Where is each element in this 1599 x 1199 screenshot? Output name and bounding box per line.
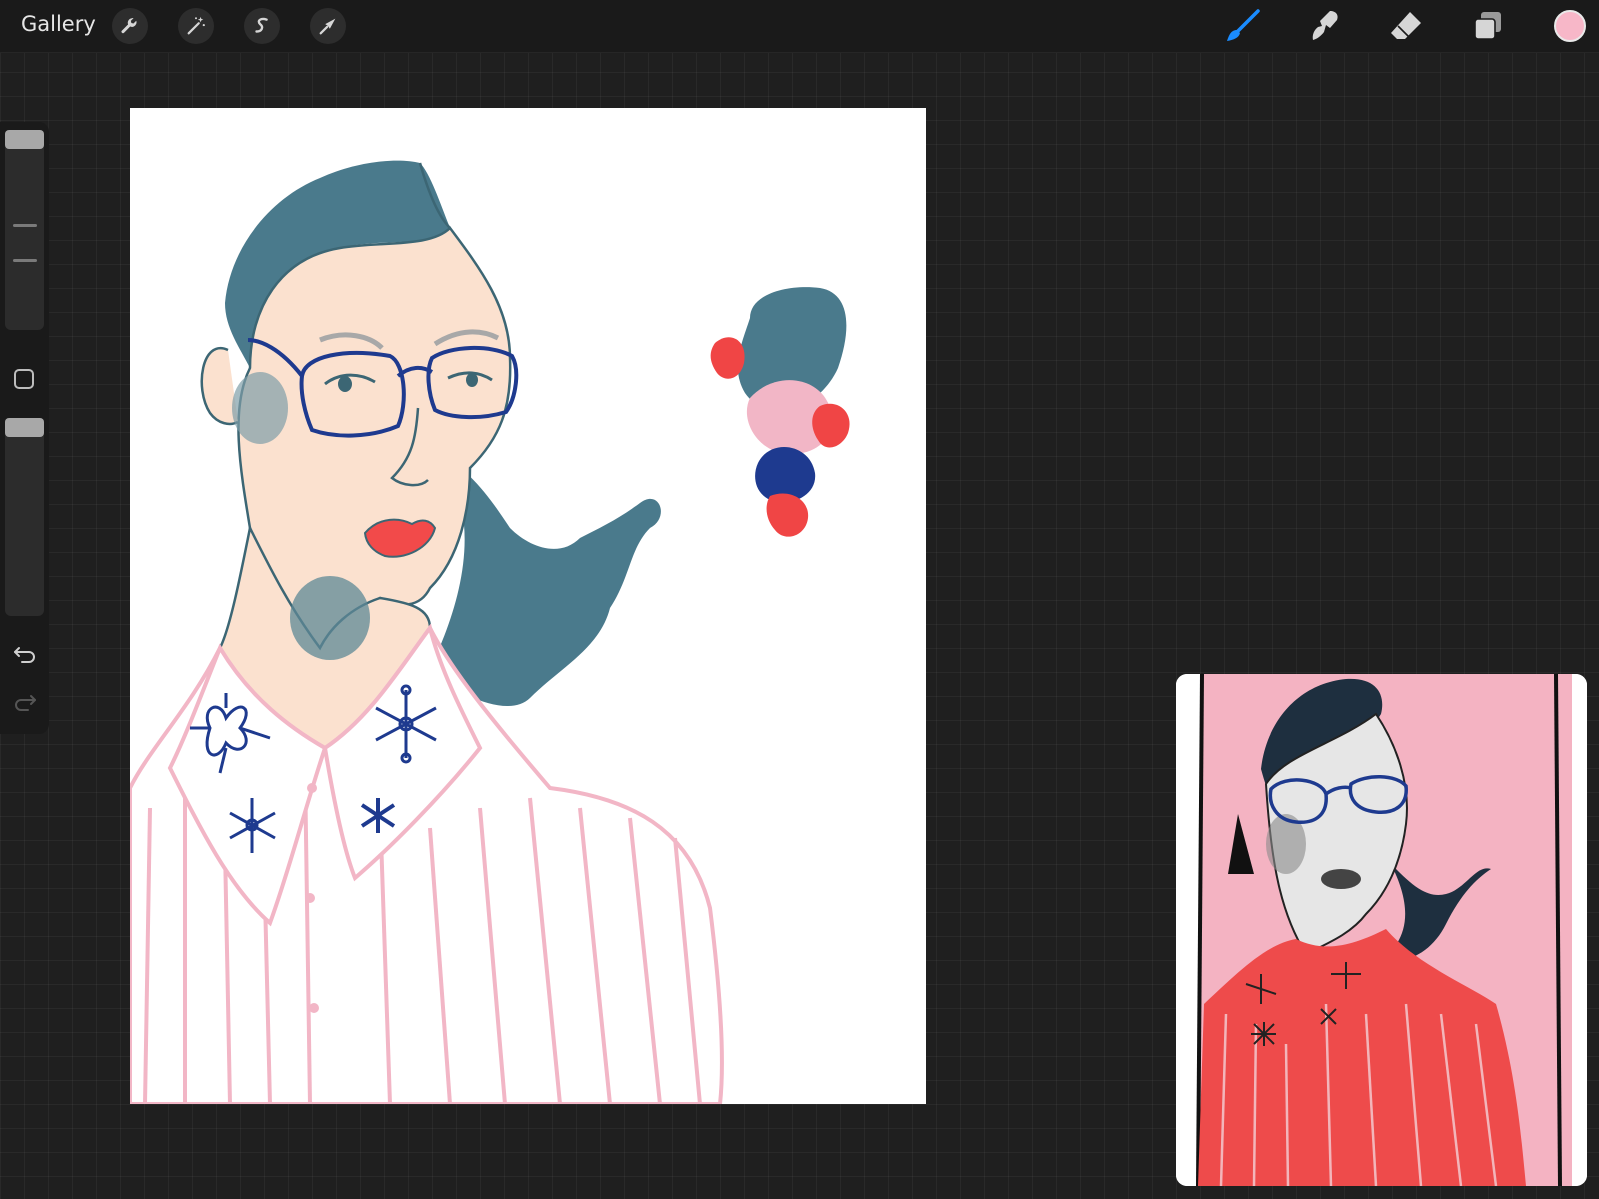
reference-window[interactable] xyxy=(1176,674,1587,1186)
top-toolbar: Gallery xyxy=(0,0,1599,53)
cheek-shadow xyxy=(232,372,288,444)
swatch-red xyxy=(710,337,745,379)
canvas-artwork xyxy=(130,160,850,1104)
reference-lips xyxy=(1321,869,1361,889)
slider-tick xyxy=(13,224,37,227)
pupil-left xyxy=(338,376,352,392)
eraser-icon xyxy=(1391,12,1421,39)
reference-image xyxy=(1176,674,1587,1186)
brush-tool-button[interactable] xyxy=(1222,8,1262,44)
redo-icon[interactable] xyxy=(12,688,38,714)
smudge-icon xyxy=(1312,11,1338,40)
shirt-button xyxy=(307,783,317,793)
color-picker-button[interactable] xyxy=(1554,10,1586,42)
wrench-icon xyxy=(121,18,137,34)
neck-shadow xyxy=(290,576,370,660)
brush-icon-tip xyxy=(1227,30,1240,41)
brush-icon xyxy=(1227,9,1260,41)
slider-tick xyxy=(13,259,37,262)
gallery-button[interactable]: Gallery xyxy=(21,12,96,36)
brush-opacity-handle[interactable] xyxy=(5,418,44,437)
adjustments-button[interactable] xyxy=(178,8,214,44)
left-sidebar xyxy=(0,122,49,734)
layers-icon xyxy=(1474,12,1501,40)
shirt-button xyxy=(309,1003,319,1013)
smudge-tool-button[interactable] xyxy=(1304,8,1344,44)
swatch-red xyxy=(766,493,809,537)
transform-button[interactable] xyxy=(310,8,346,44)
brush-icon-handle xyxy=(1234,9,1260,35)
undo-icon[interactable] xyxy=(12,640,38,666)
selection-s-icon xyxy=(255,17,268,33)
pupil-right xyxy=(466,373,478,387)
actions-button[interactable] xyxy=(112,8,148,44)
brush-opacity-slider[interactable] xyxy=(5,418,44,616)
modifier-square-icon[interactable] xyxy=(14,369,34,389)
drawing-canvas[interactable] xyxy=(130,108,926,1104)
brush-size-handle[interactable] xyxy=(5,130,44,149)
magic-wand-icon xyxy=(187,16,205,35)
brush-size-slider[interactable] xyxy=(5,130,44,330)
eraser-tool-button[interactable] xyxy=(1386,8,1426,44)
shirt-button xyxy=(305,893,315,903)
selection-button[interactable] xyxy=(244,8,280,44)
layers-button[interactable] xyxy=(1468,8,1508,44)
transform-arrow-icon xyxy=(319,18,336,35)
